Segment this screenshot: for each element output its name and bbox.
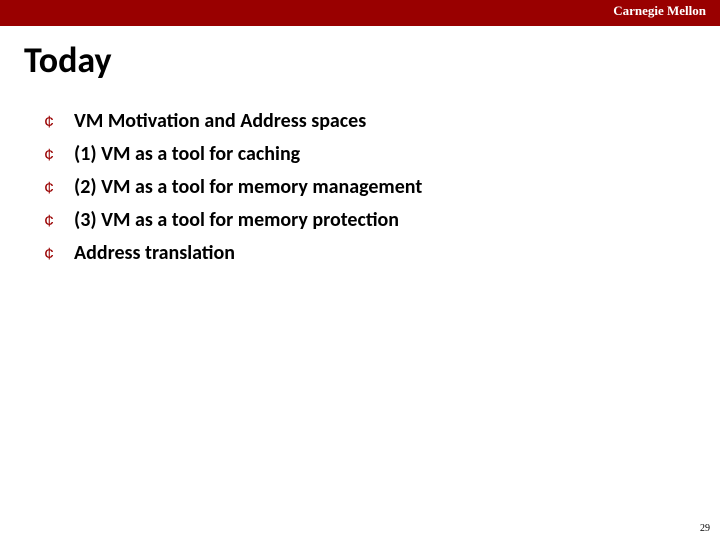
bullet-icon: ¢ xyxy=(44,144,74,170)
page-number: 29 xyxy=(700,523,710,534)
bullet-text: (3) VM as a tool for memory protection xyxy=(74,207,399,233)
bullet-text: (1) VM as a tool for caching xyxy=(74,141,300,167)
bullet-icon: ¢ xyxy=(44,243,74,269)
list-item: ¢ VM Motivation and Address spaces xyxy=(44,108,680,137)
brand-label: Carnegie Mellon xyxy=(613,3,706,19)
top-bar: Carnegie Mellon xyxy=(0,0,720,26)
bullet-icon: ¢ xyxy=(44,210,74,236)
bullet-icon: ¢ xyxy=(44,177,74,203)
bullet-text: (2) VM as a tool for memory management xyxy=(74,174,422,200)
bullet-list: ¢ VM Motivation and Address spaces ¢ (1)… xyxy=(44,108,680,273)
bullet-text: VM Motivation and Address spaces xyxy=(74,108,366,134)
list-item: ¢ Address translation xyxy=(44,240,680,269)
bullet-icon: ¢ xyxy=(44,111,74,137)
slide: Carnegie Mellon Today ¢ VM Motivation an… xyxy=(0,0,720,540)
bullet-text: Address translation xyxy=(74,240,235,266)
list-item: ¢ (1) VM as a tool for caching xyxy=(44,141,680,170)
slide-title: Today xyxy=(24,38,112,82)
list-item: ¢ (2) VM as a tool for memory management xyxy=(44,174,680,203)
list-item: ¢ (3) VM as a tool for memory protection xyxy=(44,207,680,236)
